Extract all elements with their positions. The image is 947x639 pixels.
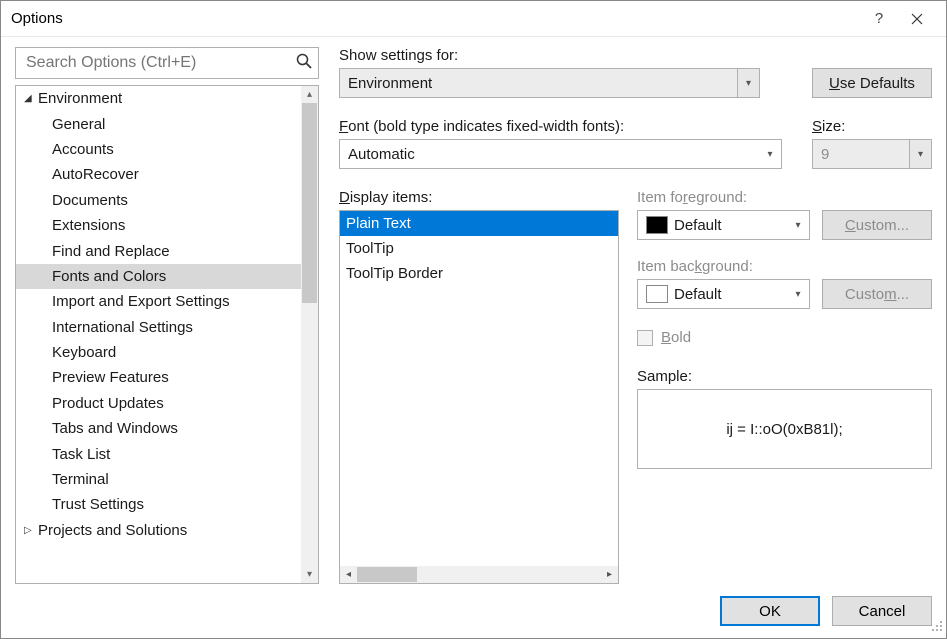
size-dropdown[interactable]: 9 ▾ xyxy=(812,139,932,169)
display-items-hscroll[interactable]: ◂ ▸ xyxy=(340,566,618,583)
display-items-listbox[interactable]: Plain TextToolTipToolTip Border ◂ ▸ xyxy=(339,210,619,584)
tree-item-preview-features[interactable]: Preview Features xyxy=(16,365,301,390)
tree-item-label: Preview Features xyxy=(52,369,169,386)
display-item-tooltip-border[interactable]: ToolTip Border xyxy=(340,261,618,286)
tree-item-label: Import and Export Settings xyxy=(52,293,230,310)
bold-checkbox-row[interactable]: Bold xyxy=(637,329,932,346)
tree-item-task-list[interactable]: Task List xyxy=(16,441,301,466)
search-input[interactable] xyxy=(15,47,319,79)
search-icon[interactable] xyxy=(295,52,313,75)
item-foreground-value: Default xyxy=(674,217,722,234)
tree-item-label: Accounts xyxy=(52,141,114,158)
tree-item-label: International Settings xyxy=(52,319,193,336)
custom-background-button[interactable]: Custom... xyxy=(822,279,932,309)
ok-button[interactable]: OK xyxy=(720,596,820,626)
close-button[interactable] xyxy=(898,4,936,34)
item-background-dropdown[interactable]: Default ▾ xyxy=(637,279,810,309)
item-background-label: Item background: xyxy=(637,258,932,275)
tree-item-international-settings[interactable]: International Settings xyxy=(16,315,301,340)
sample-text: ij = I::oO(0xB81l); xyxy=(726,421,842,438)
tree-item-label: Extensions xyxy=(52,217,125,234)
chevron-down-icon: ▾ xyxy=(787,280,809,308)
expander-closed-icon[interactable]: ▷ xyxy=(24,525,36,536)
tree-item-keyboard[interactable]: Keyboard xyxy=(16,340,301,365)
tree-item-import-and-export-settings[interactable]: Import and Export Settings xyxy=(16,289,301,314)
item-foreground-dropdown[interactable]: Default ▾ xyxy=(637,210,810,240)
scroll-up-arrow-icon[interactable]: ▴ xyxy=(301,86,318,103)
scroll-right-arrow-icon[interactable]: ▸ xyxy=(601,566,618,583)
tree-item-trust-settings[interactable]: Trust Settings xyxy=(16,492,301,517)
tree-item-label: Find and Replace xyxy=(52,243,170,260)
tree-item-label: AutoRecover xyxy=(52,166,139,183)
use-defaults-button[interactable]: Use Defaults xyxy=(812,68,932,98)
display-items-label: Display items: xyxy=(339,189,619,206)
tree-item-general[interactable]: General xyxy=(16,111,301,136)
close-icon xyxy=(911,13,923,25)
tree-item-projects-and-solutions[interactable]: ▷Projects and Solutions xyxy=(16,518,301,543)
tree-item-product-updates[interactable]: Product Updates xyxy=(16,391,301,416)
item-foreground-label: Item foreground: xyxy=(637,189,932,206)
foreground-swatch xyxy=(646,216,668,234)
tree-item-label: Trust Settings xyxy=(52,496,144,513)
options-tree[interactable]: ◢Environment General Accounts AutoRecover Do… xyxy=(16,86,301,583)
resize-grip-icon[interactable] xyxy=(931,620,943,635)
chevron-down-icon: ▾ xyxy=(759,140,781,168)
tree-item-terminal[interactable]: Terminal xyxy=(16,467,301,492)
tree-item-label: Tabs and Windows xyxy=(52,420,178,437)
tree-item-label: Keyboard xyxy=(52,344,116,361)
font-dropdown[interactable]: Automatic ▾ xyxy=(339,139,782,169)
show-settings-dropdown[interactable]: Environment ▾ xyxy=(339,68,760,98)
tree-item-documents[interactable]: Documents xyxy=(16,188,301,213)
tree-item-label: Documents xyxy=(52,192,128,209)
scroll-left-arrow-icon[interactable]: ◂ xyxy=(340,566,357,583)
sample-preview: ij = I::oO(0xB81l); xyxy=(637,389,932,469)
tree-item-environment[interactable]: ◢Environment xyxy=(16,86,301,111)
tree-scrollbar[interactable]: ▴ ▾ xyxy=(301,86,318,583)
tree-item-extensions[interactable]: Extensions xyxy=(16,213,301,238)
tree-item-label: Product Updates xyxy=(52,395,164,412)
tree-item-label: Terminal xyxy=(52,471,109,488)
custom-foreground-button[interactable]: Custom... xyxy=(822,210,932,240)
window-title: Options xyxy=(11,10,63,27)
tree-item-label: Fonts and Colors xyxy=(52,268,166,285)
chevron-down-icon: ▾ xyxy=(909,140,931,168)
background-swatch xyxy=(646,285,668,303)
cancel-button[interactable]: Cancel xyxy=(832,596,932,626)
hscroll-thumb[interactable] xyxy=(357,567,417,582)
display-item-plain-text[interactable]: Plain Text xyxy=(340,211,618,236)
expander-open-icon[interactable]: ◢ xyxy=(24,93,36,104)
tree-item-label: Task List xyxy=(52,446,110,463)
tree-item-autorecover[interactable]: AutoRecover xyxy=(16,162,301,187)
bold-checkbox[interactable] xyxy=(637,330,653,346)
chevron-down-icon: ▾ xyxy=(737,69,759,97)
tree-item-tabs-and-windows[interactable]: Tabs and Windows xyxy=(16,416,301,441)
font-value: Automatic xyxy=(348,146,781,163)
tree-item-label: General xyxy=(52,116,105,133)
display-item-tooltip[interactable]: ToolTip xyxy=(340,236,618,261)
scroll-thumb[interactable] xyxy=(302,103,317,303)
tree-item-label: Projects and Solutions xyxy=(38,522,187,539)
size-label: Size: xyxy=(812,118,932,135)
help-button[interactable]: ? xyxy=(860,4,898,34)
item-background-value: Default xyxy=(674,286,722,303)
tree-item-fonts-and-colors[interactable]: Fonts and Colors xyxy=(16,264,301,289)
show-settings-label: Show settings for: xyxy=(339,47,932,64)
sample-label: Sample: xyxy=(637,368,932,385)
show-settings-value: Environment xyxy=(348,75,759,92)
chevron-down-icon: ▾ xyxy=(787,211,809,239)
scroll-down-arrow-icon[interactable]: ▾ xyxy=(301,566,318,583)
tree-item-label: Environment xyxy=(38,90,122,107)
font-label: Font (bold type indicates fixed-width fo… xyxy=(339,118,782,135)
tree-item-accounts[interactable]: Accounts xyxy=(16,137,301,162)
tree-item-find-and-replace[interactable]: Find and Replace xyxy=(16,238,301,263)
